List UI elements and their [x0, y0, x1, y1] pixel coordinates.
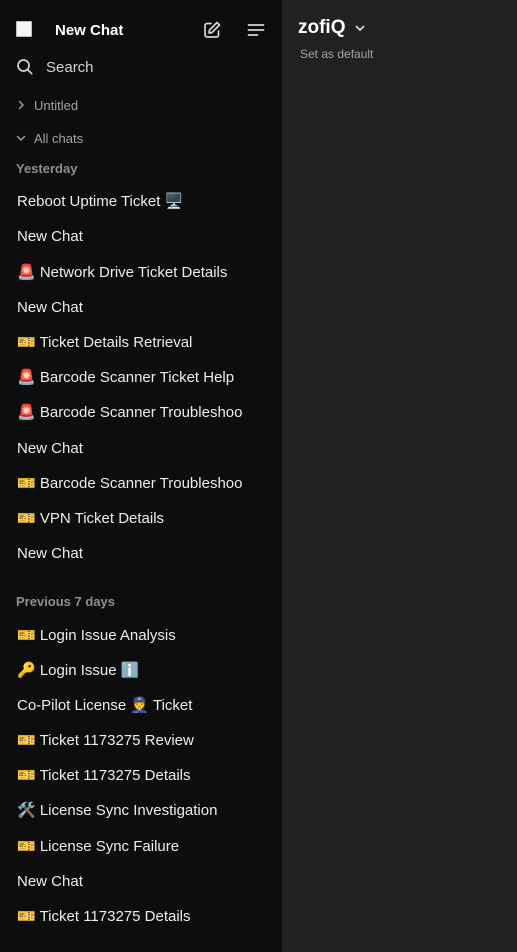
chat-item[interactable]: New Chat [17, 227, 275, 247]
chat-item[interactable]: 🔑 Login Issue ℹ️ [17, 661, 275, 681]
main-panel: zofiQ Set as default [282, 0, 517, 952]
menu-lines-icon[interactable] [244, 18, 268, 42]
chat-item[interactable]: 🎫 Ticket 1173275 Review [17, 731, 275, 751]
folder-all-chats[interactable]: All chats [16, 129, 83, 147]
model-name: zofiQ [298, 17, 346, 38]
new-chat-title[interactable]: New Chat [55, 22, 180, 39]
search-label: Search [46, 58, 94, 76]
folder-label: Untitled [34, 97, 79, 113]
group-label-previous-7-days: Previous 7 days [16, 594, 115, 609]
chat-item[interactable]: New Chat [17, 439, 275, 459]
search-button[interactable]: Search [16, 54, 94, 80]
chat-item[interactable]: 🚨 Network Drive Ticket Details [17, 263, 275, 283]
chat-item[interactable]: 🚨 Barcode Scanner Troubleshoo [17, 403, 275, 423]
chat-item[interactable]: New Chat [17, 872, 275, 892]
folder-untitled[interactable]: Untitled [16, 96, 78, 114]
sidebar: New Chat Search Untitled All chats Yeste… [0, 0, 282, 952]
chevron-right-icon [16, 100, 28, 110]
folder-label: All chats [34, 130, 84, 146]
chat-item[interactable]: 🎫 License Sync Failure [17, 837, 275, 857]
chat-item[interactable]: 🎫 Ticket 1173275 Details [17, 907, 275, 927]
model-selector[interactable]: zofiQ [298, 17, 366, 39]
compose-icon[interactable] [200, 18, 224, 42]
chevron-down-icon [16, 133, 28, 143]
set-as-default-link[interactable]: Set as default [300, 47, 373, 61]
chat-item[interactable]: 🎫 Barcode Scanner Troubleshoo [17, 474, 275, 494]
app-window: New Chat Search Untitled All chats Yeste… [0, 0, 517, 952]
chat-item[interactable]: New Chat [17, 298, 275, 318]
chat-item[interactable]: New Chat [17, 544, 275, 564]
chat-item[interactable]: 🚨 Barcode Scanner Ticket Help [17, 368, 275, 388]
group-label-yesterday: Yesterday [16, 161, 78, 176]
chat-item[interactable]: 🎫 VPN Ticket Details [17, 509, 275, 529]
search-icon [16, 57, 36, 77]
chat-item[interactable]: Reboot Uptime Ticket 🖥️ [17, 192, 275, 212]
chat-item[interactable]: 🛠️ License Sync Investigation [17, 801, 275, 821]
chat-item[interactable]: 🎫 Ticket 1173275 Details [17, 766, 275, 786]
chat-item[interactable]: Co-Pilot License 👮 Ticket [17, 696, 275, 716]
chat-item[interactable]: 🎫 Ticket Details Retrieval [17, 333, 275, 353]
sidebar-header: New Chat [14, 14, 268, 46]
chevron-down-icon [354, 22, 366, 34]
broken-image-logo-icon[interactable] [14, 18, 38, 42]
chat-item[interactable]: 🎫 Login Issue Analysis [17, 626, 275, 646]
